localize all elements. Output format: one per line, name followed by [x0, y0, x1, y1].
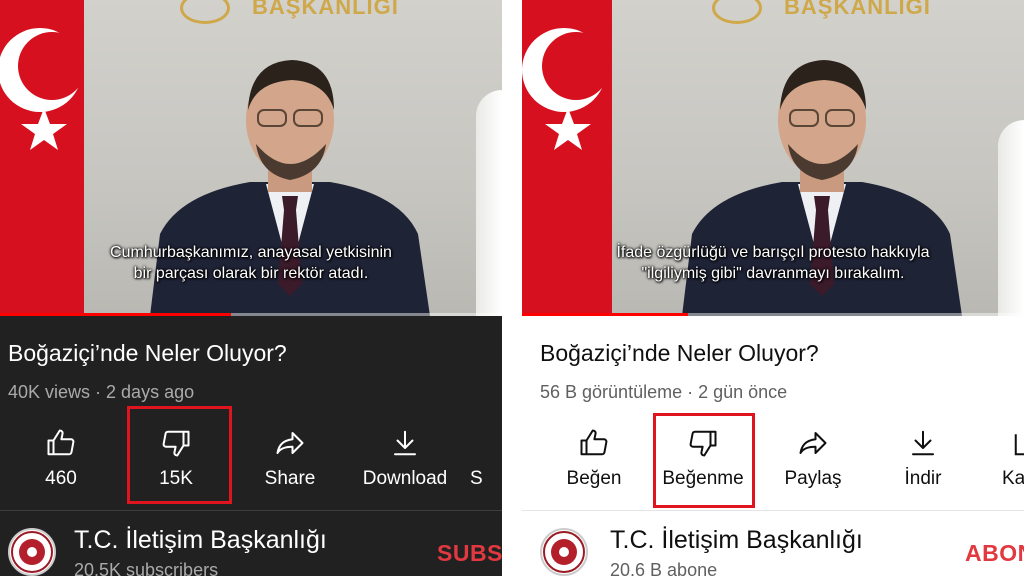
like-button[interactable]: 460 — [11, 418, 111, 508]
more-action-label: S — [470, 468, 483, 489]
download-button[interactable]: İndir — [873, 418, 973, 508]
share-icon — [799, 432, 827, 454]
channel-name[interactable]: T.C. İletişim Başkanlığı — [74, 526, 327, 555]
channel-avatar[interactable] — [8, 528, 56, 576]
curtain — [998, 120, 1024, 316]
channel-avatar[interactable] — [540, 528, 588, 576]
library-label: Ka — [1002, 468, 1024, 489]
divider — [0, 510, 502, 511]
video-subtitle: Cumhurbaşkanımız, anayasal yetkisinin bi… — [0, 242, 502, 284]
subscribe-button[interactable]: SUBS — [437, 540, 502, 567]
institution-emblem: BAŞKANLIĞI — [712, 0, 1024, 24]
thumbs-up-icon — [580, 429, 608, 456]
dislike-highlight-box — [127, 406, 232, 504]
subtitle-line-1: İfade özgürlüğü ve barışçıl protesto hak… — [616, 244, 930, 261]
right-screenshot-light: BAŞKANLIĞI İfade özgürlüğü ve barışçıl p… — [522, 0, 1024, 576]
download-icon — [912, 430, 934, 456]
share-icon — [276, 432, 304, 454]
download-icon — [394, 430, 416, 456]
action-bar: 460 15K Share Download S — [0, 418, 502, 508]
panel-gap — [502, 0, 522, 576]
download-button[interactable]: Download — [355, 418, 455, 508]
video-player[interactable]: BAŞKANLIĞI İfade özgürlüğü ve barışçıl p… — [522, 0, 1024, 316]
video-meta: 56 B görüntüleme · 2 gün önce — [540, 382, 788, 402]
more-action-button[interactable]: S — [470, 418, 502, 508]
share-button[interactable]: Paylaş — [763, 418, 863, 508]
video-progress-fill — [522, 313, 688, 316]
thumbs-up-icon — [47, 429, 75, 456]
like-button[interactable]: Beğen — [544, 418, 644, 508]
video-title: Boğaziçi’nde Neler Oluyor? — [8, 340, 287, 366]
video-player[interactable]: BAŞKANLIĞI Cumhurbaşkanımız, anayasal ye… — [0, 0, 502, 316]
subscriber-count: 20.5K subscribers — [74, 560, 219, 576]
institution-emblem: BAŞKANLIĞI — [180, 0, 502, 24]
video-progress-bar[interactable] — [522, 313, 1024, 316]
library-button[interactable]: Ka — [1002, 418, 1024, 508]
subscriber-count: 20,6 B abone — [610, 560, 718, 576]
dislike-highlight-box — [653, 413, 755, 508]
divider — [522, 510, 1024, 511]
left-screenshot-dark: BAŞKANLIĞI Cumhurbaşkanımız, anayasal ye… — [0, 0, 502, 576]
video-progress-bar[interactable] — [0, 313, 502, 316]
video-progress-fill — [0, 313, 231, 316]
action-bar: Beğen Beğenme Paylaş İndir Ka — [522, 418, 1024, 508]
subtitle-line-2: "ilgiliymiş gibi" davranmayı bırakalım. — [641, 265, 905, 282]
download-label: İndir — [904, 468, 942, 489]
video-title: Boğaziçi’nde Neler Oluyor? — [540, 340, 819, 366]
share-button[interactable]: Share — [240, 418, 340, 508]
channel-name[interactable]: T.C. İletişim Başkanlığı — [610, 526, 863, 555]
library-icon — [1014, 434, 1024, 456]
download-label: Download — [362, 468, 448, 489]
video-subtitle: İfade özgürlüğü ve barışçıl protesto hak… — [522, 242, 1024, 284]
subtitle-line-1: Cumhurbaşkanımız, anayasal yetkisinin — [110, 244, 392, 261]
subtitle-line-2: bir parçası olarak bir rektör atadı. — [133, 265, 369, 282]
video-meta: 40K views · 2 days ago — [8, 382, 195, 402]
subscribe-button[interactable]: ABON — [965, 540, 1024, 567]
